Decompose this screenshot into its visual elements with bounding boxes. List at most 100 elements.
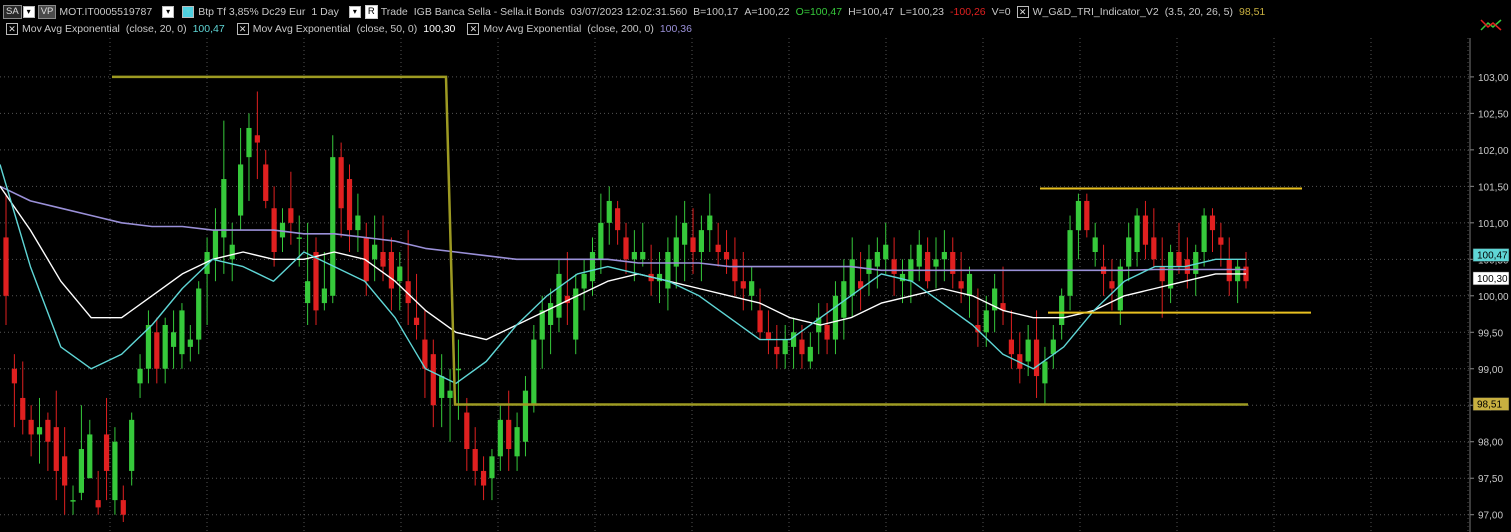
candle-body — [506, 419, 512, 450]
candle-body — [958, 281, 964, 289]
candle-body — [925, 252, 931, 282]
candle-body — [1117, 266, 1123, 311]
candle-body — [95, 500, 101, 508]
candle-body — [682, 222, 688, 245]
symbol-label[interactable]: MOT.IT0005519787 — [59, 6, 152, 18]
ema50-value: 100,30 — [423, 22, 456, 35]
ema200-close-icon[interactable]: ✕ — [467, 22, 480, 35]
sa-button[interactable]: SA — [3, 4, 22, 19]
candle-body — [698, 230, 705, 253]
sa-dropdown-icon[interactable]: ▾ — [22, 5, 35, 18]
trade-label[interactable]: Trade — [381, 6, 408, 18]
candle-body — [430, 354, 436, 406]
candle-body — [1067, 230, 1073, 296]
candle-body — [20, 397, 26, 420]
candle-body — [1218, 237, 1224, 245]
candle-body — [36, 427, 43, 435]
chart-header: SA ▾ VP MOT.IT0005519787 ▾ ▾ Btp Tf 3,85… — [0, 0, 1511, 38]
indicator-close-icon[interactable]: ✕ — [1016, 5, 1029, 18]
candle-body — [522, 390, 529, 442]
candle-body — [137, 368, 143, 384]
y-tick-label: 97,00 — [1478, 511, 1503, 522]
price-badge-label: 98,51 — [1477, 400, 1502, 411]
candle-body — [455, 368, 462, 371]
candle-body — [229, 244, 235, 260]
ema20-line — [0, 164, 1246, 385]
candle-body — [372, 244, 378, 260]
candle-body — [765, 332, 772, 340]
y-tick-label: 102,00 — [1478, 146, 1509, 157]
price-chart[interactable]: 97,0097,5098,0098,5099,0099,50100,00100,… — [0, 38, 1511, 532]
candle-body — [1176, 252, 1182, 267]
candle-body — [87, 434, 93, 479]
candle-body — [472, 449, 478, 471]
candle-body — [330, 157, 336, 296]
candle-body — [305, 281, 311, 304]
candle-body — [1059, 295, 1065, 325]
instrument-bar: SA ▾ VP MOT.IT0005519787 ▾ ▾ Btp Tf 3,85… — [0, 3, 1271, 20]
candle-body — [606, 200, 612, 223]
interval-label[interactable]: 1 Day — [311, 6, 338, 18]
candle-body — [1151, 237, 1157, 260]
candle-body — [1008, 339, 1015, 355]
candle-body — [883, 244, 889, 260]
ema200-line — [0, 185, 1246, 272]
ema50-close-icon[interactable]: ✕ — [236, 22, 249, 35]
volume-value: V=0 — [991, 5, 1011, 18]
candle-body — [338, 157, 344, 209]
datetime-label: 03/07/2023 12:02:31.560 — [570, 5, 688, 18]
candle-body — [790, 332, 797, 347]
trend-icon[interactable] — [1480, 18, 1504, 32]
candle-body — [296, 237, 302, 239]
ema20-params: (close, 20, 0) — [125, 22, 187, 35]
candle-body — [439, 376, 445, 398]
indicator-name[interactable]: W_G&D_TRI_Indicator_V2 — [1033, 6, 1159, 18]
candle-body — [53, 427, 59, 471]
candle-body — [145, 324, 152, 369]
candle-body — [397, 266, 403, 282]
candle-body — [154, 332, 160, 369]
candle-body — [162, 324, 168, 369]
candle-body — [723, 252, 730, 260]
candle-body — [598, 222, 604, 260]
candle-body — [237, 164, 244, 216]
candle-body — [824, 324, 830, 340]
ema50-name[interactable]: Mov Avg Exponential — [253, 23, 351, 35]
candle-body — [799, 339, 805, 355]
r-button[interactable]: R — [364, 4, 378, 19]
candle-body — [589, 252, 596, 282]
candle-body — [388, 252, 395, 289]
symbol-dropdown-icon[interactable]: ▾ — [162, 5, 175, 18]
y-tick-label: 99,50 — [1478, 328, 1503, 339]
candle-body — [732, 259, 738, 282]
vp-button[interactable]: VP — [37, 4, 57, 19]
instrument-menu-icon[interactable]: ▾ — [182, 5, 195, 18]
candle-body — [263, 164, 269, 201]
candle-body — [103, 434, 110, 471]
candle-body — [539, 310, 545, 340]
indicator-params: (3.5, 20, 26, 5) — [1164, 5, 1233, 18]
candle-body — [1134, 215, 1140, 253]
ema20-name[interactable]: Mov Avg Exponential — [22, 23, 120, 35]
change-value: -100,26 — [950, 5, 986, 18]
candle-body — [891, 259, 897, 274]
candle-body — [1109, 281, 1115, 289]
candle-body — [1084, 200, 1090, 231]
source-label: IGB Banca Sella - Sella.it Bonds — [413, 5, 565, 18]
interval-dropdown-icon[interactable]: ▾ — [348, 5, 361, 18]
ema200-value: 100,36 — [659, 22, 692, 35]
ema50-params: (close, 50, 0) — [356, 22, 418, 35]
candle-body — [581, 273, 587, 289]
candle-body — [749, 281, 755, 296]
candle-body — [447, 390, 453, 398]
y-tick-label: 103,00 — [1478, 73, 1509, 84]
ema200-params: (close, 200, 0) — [587, 22, 654, 35]
candle-body — [807, 346, 813, 362]
ema20-close-icon[interactable]: ✕ — [6, 22, 18, 35]
ema200-name[interactable]: Mov Avg Exponential — [483, 23, 581, 35]
candle-body — [480, 470, 487, 486]
candle-body — [874, 252, 880, 267]
candle-body — [120, 500, 126, 515]
candle-body — [966, 273, 973, 296]
indicator-value: 98,51 — [1238, 5, 1266, 18]
